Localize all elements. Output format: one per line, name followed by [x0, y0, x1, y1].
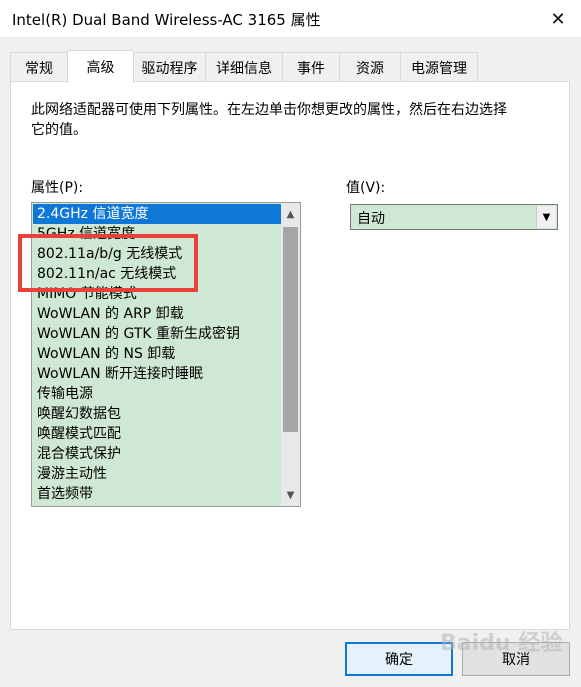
- tab-power-management[interactable]: 电源管理: [400, 52, 478, 82]
- window-title: Intel(R) Dual Band Wireless-AC 3165 属性: [12, 11, 321, 29]
- close-icon[interactable]: ✕: [535, 0, 581, 38]
- tab-advanced[interactable]: 高级: [67, 50, 134, 83]
- ok-button[interactable]: 确定: [345, 642, 453, 676]
- list-item[interactable]: 唤醒模式匹配: [33, 424, 281, 444]
- dropdown-value: 自动: [357, 211, 385, 227]
- advanced-panel: 此网络适配器可使用下列属性。在左边单击你想更改的属性，然后在右边选择它的值。 属…: [10, 81, 570, 630]
- tab-strip: 常规 高级 驱动程序 详细信息 事件 资源 电源管理: [10, 50, 570, 83]
- list-item[interactable]: WoWLAN 断开连接时睡眠: [33, 364, 281, 384]
- value-dropdown[interactable]: 自动 ▼: [350, 204, 558, 230]
- value-label: 值(V):: [346, 180, 386, 196]
- tab-resources[interactable]: 资源: [339, 52, 401, 82]
- scroll-up-icon[interactable]: ▲: [281, 205, 300, 223]
- list-item[interactable]: 唤醒幻数据包: [33, 404, 281, 424]
- property-label: 属性(P):: [31, 180, 84, 196]
- list-item[interactable]: WoWLAN 的 GTK 重新生成密钥: [33, 324, 281, 344]
- scroll-thumb[interactable]: [283, 227, 298, 432]
- listbox-scrollbar[interactable]: ▲ ▼: [281, 203, 300, 506]
- tab-details[interactable]: 详细信息: [205, 52, 283, 82]
- list-item[interactable]: 2.4GHz 信道宽度: [33, 204, 281, 224]
- annotation-highlight-box: [18, 234, 198, 292]
- chevron-down-icon[interactable]: ▼: [536, 206, 556, 228]
- list-item[interactable]: 传输电源: [33, 384, 281, 404]
- list-item[interactable]: 漫游主动性: [33, 464, 281, 484]
- list-item[interactable]: 首选频带: [33, 484, 281, 504]
- cancel-button[interactable]: 取消: [462, 642, 570, 676]
- description-text: 此网络适配器可使用下列属性。在左边单击你想更改的属性，然后在右边选择它的值。: [31, 102, 507, 138]
- list-item[interactable]: WoWLAN 的 ARP 卸载: [33, 304, 281, 324]
- tab-general[interactable]: 常规: [10, 52, 68, 82]
- list-item[interactable]: 混合模式保护: [33, 444, 281, 464]
- title-bar: Intel(R) Dual Band Wireless-AC 3165 属性 ✕: [0, 0, 581, 38]
- list-item[interactable]: WoWLAN 的 NS 卸载: [33, 344, 281, 364]
- tab-events[interactable]: 事件: [282, 52, 340, 82]
- scroll-down-icon[interactable]: ▼: [281, 486, 300, 504]
- tab-driver[interactable]: 驱动程序: [133, 52, 206, 82]
